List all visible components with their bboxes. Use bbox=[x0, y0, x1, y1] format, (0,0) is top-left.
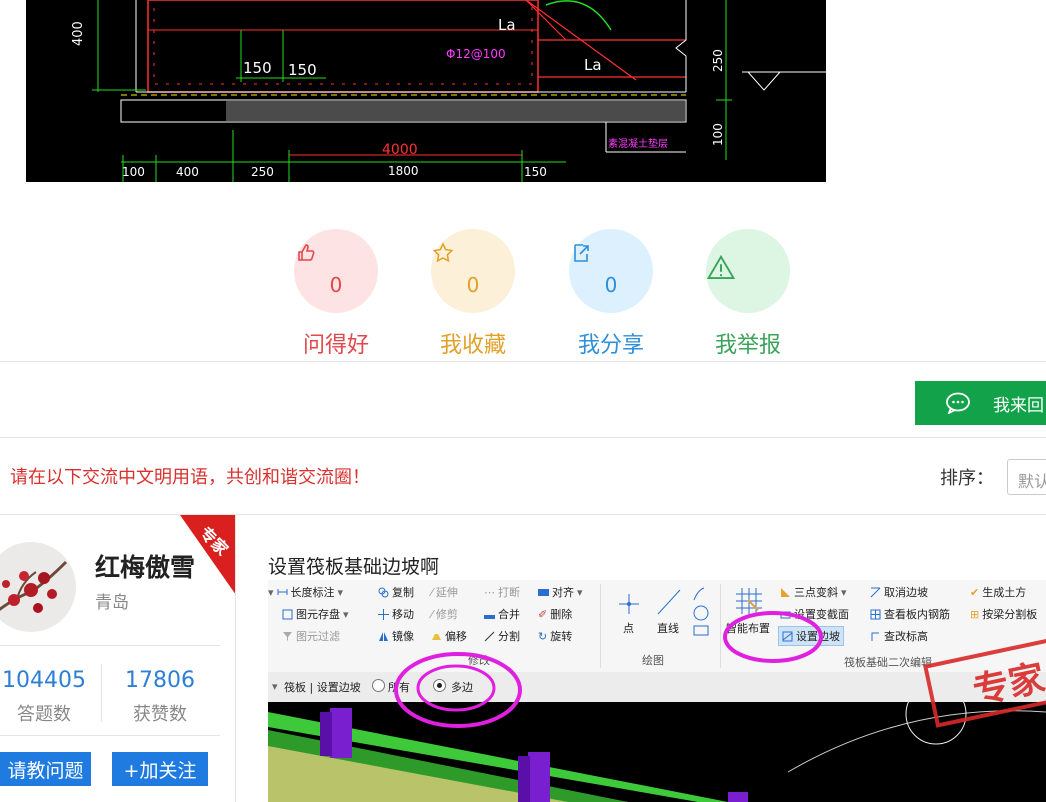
report-label: 我举报 bbox=[714, 333, 781, 358]
sort-select[interactable]: 默认 bbox=[1007, 459, 1046, 495]
cad-dim-bottom-400: 400 bbox=[176, 165, 199, 179]
divider bbox=[0, 735, 220, 736]
cad-dim-bottom-150: 150 bbox=[524, 165, 547, 179]
likes-count: 17806 bbox=[125, 668, 195, 693]
report-button[interactable]: 我举报 bbox=[705, 229, 791, 359]
stat-divider bbox=[101, 664, 102, 722]
favorite-button[interactable]: 0 我收藏 bbox=[430, 229, 516, 359]
divider bbox=[0, 645, 220, 646]
cad-la-label-2: La bbox=[584, 56, 602, 74]
divider bbox=[0, 361, 1046, 362]
cad-drawing-image: 400 150 150 La La Φ12@100 250 100 4000 1… bbox=[26, 0, 826, 182]
thumbs-up-icon bbox=[298, 244, 315, 261]
star-icon bbox=[432, 242, 454, 263]
share-button[interactable]: 0 我分享 bbox=[568, 229, 654, 359]
ask-question-button[interactable]: 请教问题 bbox=[0, 752, 91, 786]
cad-rebar-label: Φ12@100 bbox=[446, 47, 506, 61]
cad-dim-4000: 4000 bbox=[382, 142, 418, 158]
sort-label: 排序： bbox=[940, 468, 994, 489]
like-count: 0 bbox=[329, 273, 343, 297]
civility-notice: 请在以下交流中文明用语，共创和谐交流圈！ bbox=[10, 467, 370, 488]
chat-bubble-icon bbox=[946, 392, 970, 414]
reply-button[interactable]: 我来回 bbox=[915, 381, 1046, 425]
share-label: 我分享 bbox=[577, 333, 644, 358]
cad-dim-250-vertical: 250 bbox=[711, 49, 725, 72]
like-circle: 0 bbox=[294, 229, 378, 313]
favorite-count: 0 bbox=[466, 273, 480, 297]
cad-dim-bottom-250: 250 bbox=[251, 165, 274, 179]
answer-count-label: 答题数 bbox=[17, 704, 71, 725]
share-icon bbox=[574, 244, 589, 262]
like-question-button[interactable]: 0 问得好 bbox=[293, 229, 379, 359]
cad-dim-bottom-100: 100 bbox=[122, 165, 145, 179]
cad-layer-note: 素混凝土垫层 bbox=[608, 137, 668, 150]
share-circle: 0 bbox=[569, 229, 653, 313]
avatar[interactable] bbox=[0, 542, 76, 632]
share-count: 0 bbox=[604, 273, 618, 297]
divider bbox=[0, 514, 1046, 515]
cad-dim-150-a: 150 bbox=[243, 59, 272, 77]
card-divider bbox=[235, 515, 236, 802]
highlight-annotations bbox=[394, 611, 823, 728]
software-screenshot-image: ▾ 长度标注 ▾ 图元存盘 ▾ 图元过滤 复制 移动 镜像 ⁄ 延伸 ⁄ 修剪 偏移 ⋯ 打… bbox=[268, 580, 1046, 802]
divider bbox=[0, 437, 1046, 438]
answer-count: 104405 bbox=[2, 668, 86, 693]
follow-button[interactable]: +加关注 bbox=[112, 752, 208, 786]
cad-dim-400-vertical: 400 bbox=[71, 21, 86, 46]
like-label: 问得好 bbox=[302, 333, 369, 358]
cad-dim-100-vertical: 100 bbox=[711, 123, 725, 146]
report-circle bbox=[706, 229, 790, 313]
favorite-label: 我收藏 bbox=[439, 333, 506, 358]
favorite-circle: 0 bbox=[431, 229, 515, 313]
cad-drawing-svg: 400 150 150 La La Φ12@100 250 100 4000 1… bbox=[71, 0, 826, 182]
expert-badge: 专家 bbox=[180, 515, 236, 595]
cad-dim-bottom-1800: 1800 bbox=[388, 164, 419, 178]
cad-dim-150-b: 150 bbox=[288, 61, 317, 79]
user-city: 青岛 bbox=[95, 593, 129, 613]
plum-blossom-avatar-image bbox=[0, 542, 76, 632]
reply-button-label: 我来回 bbox=[993, 395, 1044, 416]
cad-la-label-1: La bbox=[498, 16, 516, 34]
warning-icon bbox=[706, 254, 736, 279]
likes-count-label: 获赞数 bbox=[133, 704, 187, 725]
answer-title: 设置筏板基础边坡啊 bbox=[268, 556, 440, 578]
